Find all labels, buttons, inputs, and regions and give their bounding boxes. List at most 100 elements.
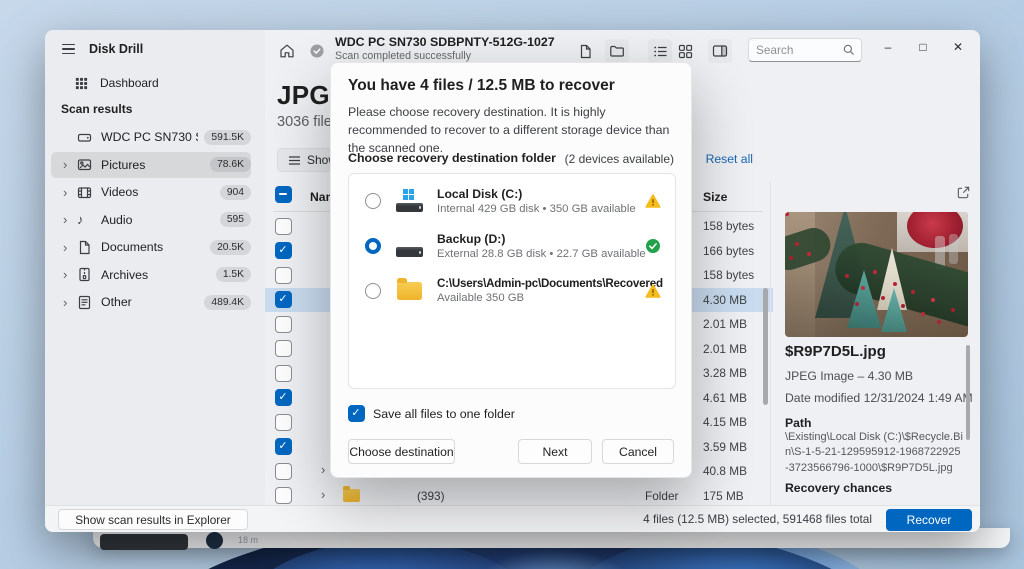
warning-icon [645,193,661,209]
list-scrollbar[interactable] [763,288,768,405]
row-checkbox[interactable] [275,487,292,505]
search-icon [842,43,856,57]
row-checkbox[interactable] [275,242,292,260]
folder-icon [395,278,425,304]
count-badge: 20.5K [210,239,251,255]
file-size: 2.01 MB [703,317,747,332]
pictures-icon [77,157,101,172]
destination-option-backup[interactable]: Backup (D:) External 28.8 GB disk • 22.7… [349,223,675,268]
sidebar-item-device[interactable]: WDC PC SN730 SDBP... 591.5K [51,124,251,150]
size-column-header: Size [703,190,728,204]
sidebar-item-label: Pictures [101,157,146,172]
filter-icon [288,155,301,166]
recovery-destination-dialog: You have 4 files / 12.5 MB to recover Pl… [330,62,692,478]
choose-destination-button[interactable]: Choose destination [348,439,455,464]
row-checkbox[interactable] [275,315,292,333]
row-checkbox[interactable] [275,364,292,382]
preview-file-info: JPEG Image – 4.30 MB [785,369,914,383]
open-external-icon[interactable] [956,185,971,200]
radio-unselected[interactable] [365,282,381,299]
row-checkbox[interactable] [275,438,292,456]
chevron-right-icon[interactable]: › [63,213,77,226]
close-button[interactable]: ✕ [943,35,973,59]
status-bar: Show scan results in Explorer 4 files (1… [45,505,980,532]
chevron-right-icon[interactable]: › [63,186,77,199]
row-checkbox[interactable] [275,413,292,431]
next-button[interactable]: Next [518,439,592,464]
radio-unselected[interactable] [365,192,381,209]
file-size: 2.01 MB [703,341,747,356]
sidebar-item-dashboard[interactable]: Dashboard [75,71,159,95]
destination-list: Local Disk (C:) Internal 429 GB disk • 3… [348,173,676,389]
file-type: Folder [645,488,679,503]
background-window-text: 18 m [238,535,259,545]
save-all-files-option[interactable]: Save all files to one folder [348,405,515,422]
sidebar-item-label: Documents [101,240,164,254]
file-size: 4.30 MB [703,292,747,307]
hamburger-menu-icon[interactable] [59,41,78,58]
sidebar: Disk Drill Dashboard Scan results WDC PC… [45,30,265,505]
app-title: Disk Drill [89,42,144,56]
chevron-right-icon[interactable]: › [63,241,77,254]
desktop: 18 m Disk Drill Dashboard Scan results W… [0,0,1024,569]
chevron-right-icon[interactable]: › [63,268,77,281]
show-in-explorer-button[interactable]: Show scan results in Explorer [58,509,248,530]
chevron-right-icon[interactable]: › [63,296,77,309]
preview-date-modified: Date modified 12/31/2024 1:49 AM [785,391,973,405]
file-size: 4.15 MB [703,415,747,430]
destination-option-local-disk[interactable]: Local Disk (C:) Internal 429 GB disk • 3… [349,178,675,223]
cancel-button[interactable]: Cancel [602,439,674,464]
file-size: 166 bytes [703,243,755,258]
row-checkbox[interactable] [275,389,292,407]
select-all-checkbox[interactable] [275,186,292,203]
recover-button[interactable]: Recover [886,508,972,531]
background-window-avatar [206,532,223,549]
sidebar-item-label: Audio [101,212,133,227]
sidebar-item-label: Videos [101,185,139,199]
preview-panel: $R9P7D5L.jpg JPEG Image – 4.30 MB Date m… [773,180,980,505]
sidebar-item-label: WDC PC SN730 SDBP... [101,130,198,144]
destination-name: Backup (D:) [437,231,506,246]
scan-results-section-label: Scan results [61,102,133,116]
sidebar-item-audio[interactable]: › ♪ Audio 595 [51,207,251,233]
sidebar-item-videos[interactable]: › Videos 904 [51,179,251,205]
file-size: 158 bytes [703,268,755,283]
save-all-checkbox[interactable] [348,405,365,422]
dialog-description: Please choose recovery destination. It i… [348,105,670,155]
destination-name: C:\Users\Admin-pc\Documents\Recovered [437,277,663,290]
reset-all-link[interactable]: Reset all [706,152,753,166]
audio-icon: ♪ [77,212,84,227]
file-size: 3.28 MB [703,366,747,381]
sidebar-item-documents[interactable]: › Documents 20.5K [51,234,251,260]
minimize-button[interactable]: – [873,35,903,59]
radio-selected[interactable] [365,237,381,254]
preview-filename: $R9P7D5L.jpg [785,343,886,360]
sidebar-item-label: Other [101,295,132,309]
destination-option-recovered-folder[interactable]: C:\Users\Admin-pc\Documents\Recovered Av… [349,268,675,313]
dialog-title: You have 4 files / 12.5 MB to recover [348,77,615,94]
selection-summary: 4 files (12.5 MB) selected, 591468 files… [643,512,872,526]
path-value: \Existing\Local Disk (C:)\$Recycle.Bin\S… [785,431,963,474]
row-checkbox[interactable] [275,462,292,480]
row-checkbox[interactable] [275,217,292,235]
panel-scrollbar[interactable] [966,345,970,440]
external-drive-icon [395,233,425,259]
row-checkbox[interactable] [275,340,292,358]
image-preview [785,212,968,337]
destination-details: Internal 429 GB disk • 350 GB available [437,202,636,215]
dashboard-label: Dashboard [100,76,159,90]
table-row-folder[interactable]: › (393) Folder 175 MB [265,484,773,506]
path-label: Path [785,416,812,430]
sidebar-item-archives[interactable]: › Archives 1.5K [51,262,251,288]
row-checkbox[interactable] [275,266,292,284]
maximize-button[interactable]: □ [908,35,938,59]
sidebar-item-pictures[interactable]: › Pictures 78.6K [51,151,251,178]
file-size: 175 MB [703,488,744,503]
expand-chevron-icon[interactable]: › [321,488,335,501]
videos-icon [77,185,101,200]
panel-divider [770,182,771,505]
chevron-right-icon[interactable]: › [63,158,77,171]
sidebar-item-other[interactable]: › Other 489.4K [51,289,251,315]
other-files-icon [77,295,101,310]
row-checkbox[interactable] [275,291,292,309]
